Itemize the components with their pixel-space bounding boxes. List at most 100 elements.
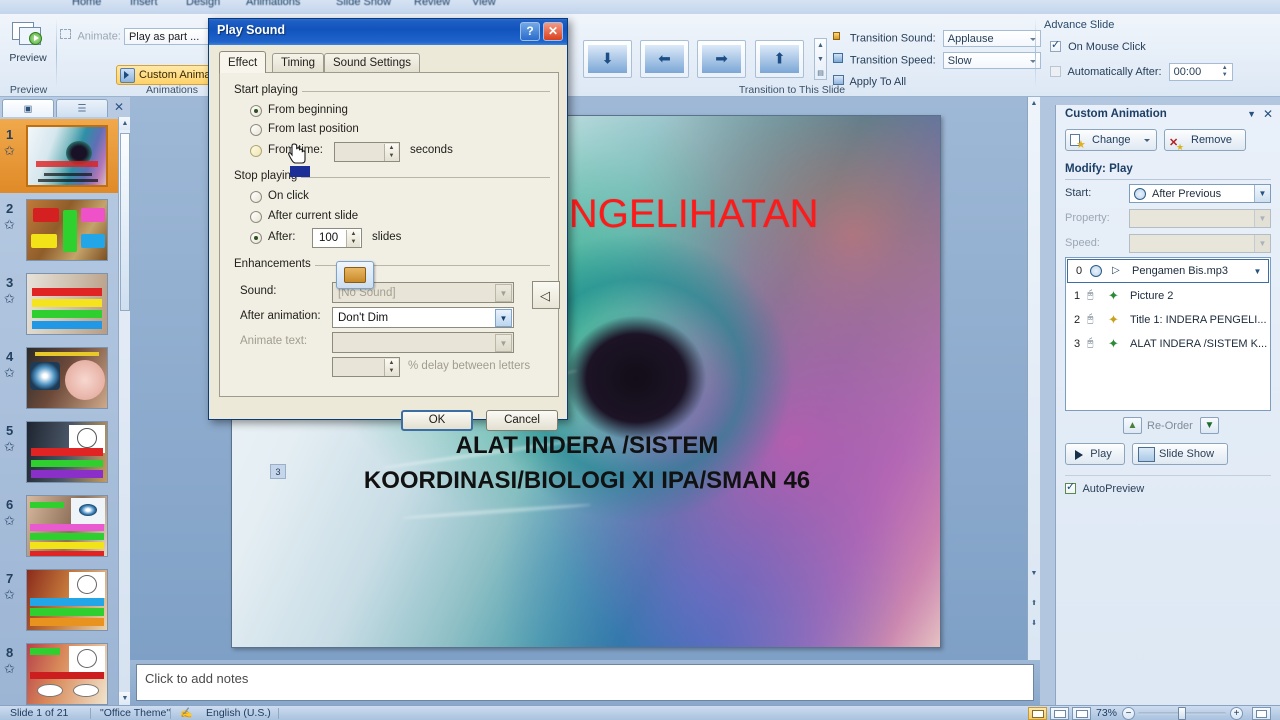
slide-thumbnail-1[interactable]: 1 ✩: [0, 119, 118, 193]
transition-wipe-right-icon[interactable]: ➡: [697, 40, 746, 78]
chevron-down-icon[interactable]: ▼: [1254, 210, 1270, 227]
slide-thumbnail-7[interactable]: 7 ✩: [0, 563, 118, 637]
tab-home[interactable]: Home: [72, 0, 101, 8]
chevron-down-icon[interactable]: ▼: [1250, 264, 1265, 279]
automatically-after-spinner[interactable]: 00:00 ▲ ▼: [1168, 63, 1233, 81]
scrollbar-thumb[interactable]: [120, 133, 130, 311]
ok-button[interactable]: OK: [401, 410, 473, 431]
reorder-up-button[interactable]: ▲: [1123, 417, 1142, 434]
animation-list-item[interactable]: 1 🖰 ✦ Picture 2: [1066, 285, 1270, 309]
reorder-down-button[interactable]: ▼: [1200, 417, 1219, 434]
radio-from-time[interactable]: [250, 145, 262, 157]
spinner-buttons[interactable]: ▲ ▼: [1219, 65, 1231, 80]
start-dropdown[interactable]: After Previous ▼: [1129, 184, 1271, 203]
spellcheck-icon[interactable]: ✍: [180, 707, 196, 719]
transition-wipe-left-icon[interactable]: ⬅: [640, 40, 689, 78]
chevron-down-icon[interactable]: ▼: [1247, 109, 1256, 119]
transition-gallery-scroll[interactable]: ▲ ▼ ▤: [814, 38, 827, 80]
outline-tab[interactable]: ☰: [56, 99, 108, 117]
slide-sorter-view-button[interactable]: [1050, 707, 1069, 720]
cancel-button[interactable]: Cancel: [486, 410, 558, 431]
delay-spinner[interactable]: ▲ ▼: [332, 357, 400, 377]
transition-wipe-down-icon[interactable]: ⬇: [583, 40, 632, 78]
zoom-out-button[interactable]: −: [1122, 707, 1135, 720]
slide-panel-scrollbar[interactable]: ▲ ▼: [118, 117, 131, 705]
chevron-down-icon[interactable]: [1144, 139, 1150, 142]
speed-dropdown[interactable]: ▼: [1129, 234, 1271, 253]
notes-input[interactable]: Click to add notes: [136, 664, 1034, 701]
animation-effects-list[interactable]: 0 ▷ Pengamen Bis.mp3 ▼ 1 🖰 ✦ Picture 2 2…: [1065, 257, 1271, 411]
radio-from-beginning[interactable]: [250, 105, 262, 117]
animation-list-item[interactable]: 3 🖰 ✦ ALAT INDERA /SISTEM K...: [1066, 333, 1270, 357]
slide-thumbnail-5[interactable]: 5 ✩: [0, 415, 118, 489]
slide-thumbnail-4[interactable]: 4 ✩: [0, 341, 118, 415]
tab-review[interactable]: Review: [414, 0, 450, 8]
transition-sound-dropdown[interactable]: Applause: [942, 30, 1041, 47]
slide-show-button[interactable]: Slide Show: [1132, 443, 1228, 465]
radio-on-click[interactable]: [250, 191, 262, 203]
next-slide-button[interactable]: ⬇: [1028, 617, 1040, 631]
zoom-percent[interactable]: 73%: [1096, 707, 1117, 719]
fit-to-window-button[interactable]: [1252, 707, 1271, 720]
animation-list-item[interactable]: 2 🖰 ✦ Title 1: INDERA PENGELI...: [1066, 309, 1270, 333]
slide-show-view-button[interactable]: [1072, 707, 1091, 720]
close-icon[interactable]: ✕: [1263, 107, 1273, 121]
slide-thumbnail-8[interactable]: 8 ✩: [0, 637, 118, 705]
tab-sound-settings[interactable]: Sound Settings: [324, 53, 421, 73]
spinner-buttons[interactable]: ▲ ▼: [384, 144, 398, 161]
after-animation-dropdown[interactable]: Don't Dim ▼: [332, 307, 514, 328]
slide-thumbnail-2[interactable]: 2 ✩: [0, 193, 118, 267]
chevron-down-icon[interactable]: ▼: [495, 309, 512, 327]
transition-speed-dropdown[interactable]: Slow: [942, 52, 1041, 69]
zoom-slider-handle[interactable]: [1178, 707, 1186, 720]
normal-view-button[interactable]: [1028, 707, 1047, 720]
from-time-spinner[interactable]: ▲ ▼: [334, 142, 400, 162]
scroll-up-arrow[interactable]: ▲: [1028, 97, 1040, 111]
slide-panel-close-button[interactable]: ✕: [114, 100, 124, 114]
chevron-down-icon[interactable]: ▼: [495, 284, 512, 302]
transition-wipe-up-icon[interactable]: ⬆: [755, 40, 804, 78]
after-slides-spinner[interactable]: 100 ▲ ▼: [312, 228, 362, 248]
play-sound-dialog[interactable]: Play Sound ? ✕ Effect Timing Sound Setti…: [208, 18, 568, 431]
radio-from-last-position[interactable]: [250, 124, 262, 136]
automatically-after-row[interactable]: Automatically After: 00:00 ▲ ▼: [1050, 63, 1233, 81]
preview-button[interactable]: Preview: [6, 18, 50, 80]
on-mouse-click-row[interactable]: On Mouse Click: [1050, 38, 1146, 53]
tab-insert[interactable]: Insert: [130, 0, 158, 8]
previous-slide-button[interactable]: ⬆: [1028, 597, 1040, 611]
slide-subtitle[interactable]: ALAT INDERA /SISTEM KOORDINASI/BIOLOGI X…: [262, 429, 912, 499]
radio-after-current-slide[interactable]: [250, 211, 262, 223]
change-button[interactable]: ★ Change: [1065, 129, 1157, 151]
chevron-down-icon[interactable]: ▼: [495, 334, 512, 352]
spinner-buttons[interactable]: ▲ ▼: [384, 359, 398, 376]
slides-tab[interactable]: ▣: [2, 99, 54, 117]
chevron-down-icon[interactable]: ▼: [1254, 185, 1270, 202]
slide-thumbnail-list[interactable]: 1 ✩ 2 ✩ 3 ✩ 4 ✩ 5 ✩ 6 ✩ 7 ✩ 8 ✩: [0, 117, 118, 705]
slide-thumbnail-3[interactable]: 3 ✩: [0, 267, 118, 341]
property-dropdown[interactable]: ▼: [1129, 209, 1271, 228]
tab-effect[interactable]: Effect: [219, 51, 267, 73]
tab-design[interactable]: Design: [186, 0, 220, 8]
tab-animations[interactable]: Animations: [246, 0, 300, 8]
play-button[interactable]: Play: [1065, 443, 1125, 465]
remove-button[interactable]: ✕ ★ Remove: [1164, 129, 1246, 152]
chevron-down-icon[interactable]: ▼: [1254, 235, 1270, 252]
tab-slide-show[interactable]: Slide Show: [336, 0, 391, 8]
scroll-down-arrow[interactable]: ▼: [1028, 567, 1040, 581]
help-icon[interactable]: ?: [520, 22, 540, 41]
zoom-in-button[interactable]: +: [1230, 707, 1243, 720]
autopreview-checkbox[interactable]: [1065, 480, 1076, 494]
tab-view[interactable]: View: [472, 0, 496, 8]
autopreview-row[interactable]: AutoPreview: [1065, 480, 1144, 495]
slide-thumbnail-6[interactable]: 6 ✩: [0, 489, 118, 563]
spinner-buttons[interactable]: ▲ ▼: [346, 230, 360, 247]
on-mouse-click-checkbox[interactable]: [1050, 38, 1061, 52]
radio-after-slides[interactable]: [250, 232, 262, 244]
close-icon[interactable]: ✕: [543, 22, 563, 41]
animate-text-dropdown[interactable]: ▼: [332, 332, 514, 353]
language[interactable]: English (U.S.): [206, 707, 271, 719]
automatically-after-checkbox[interactable]: [1050, 65, 1061, 77]
theme-name[interactable]: "Office Theme": [100, 707, 170, 719]
tab-timing[interactable]: Timing: [272, 53, 325, 73]
animation-order-badge[interactable]: 3: [270, 464, 286, 479]
